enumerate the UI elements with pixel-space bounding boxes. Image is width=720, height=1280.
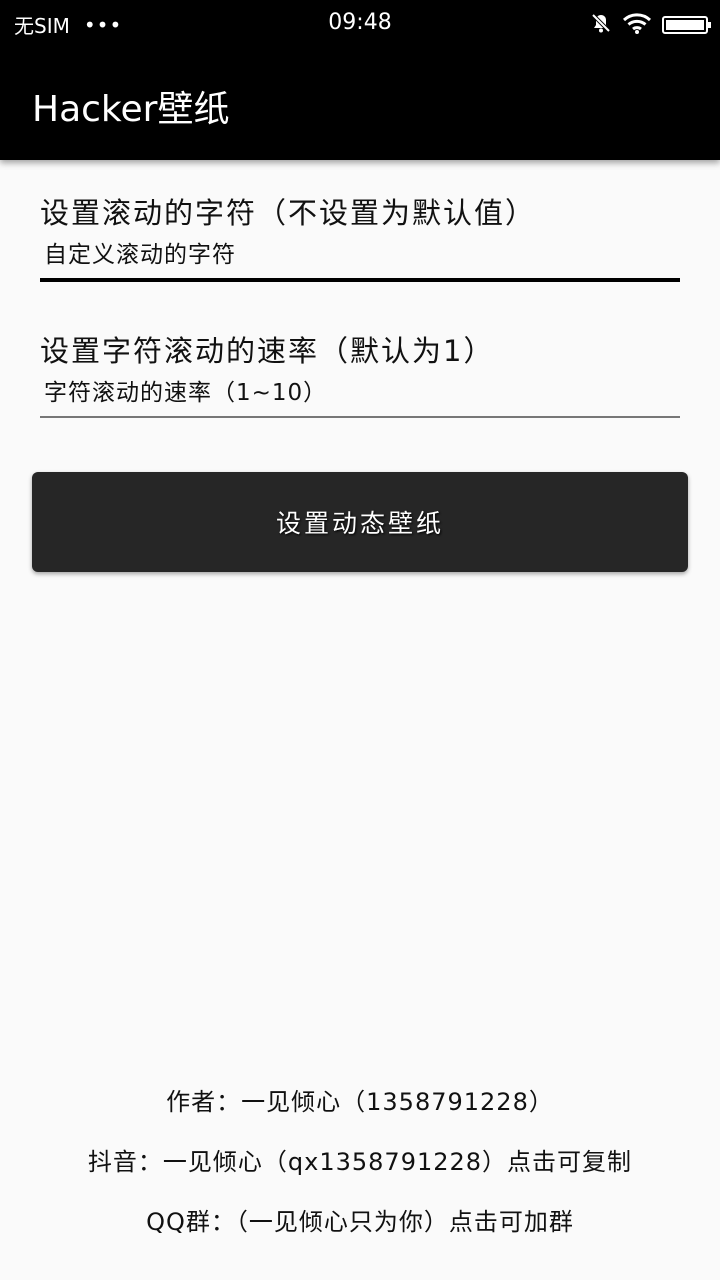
app-title: Hacker壁纸 (32, 89, 230, 130)
qq-group-link[interactable]: QQ群：（一见倾心只为你）点击可加群 (0, 1202, 720, 1237)
notification-dots: ••• (83, 12, 123, 37)
douyin-copy-link[interactable]: 抖音：一见倾心（qx1358791228）点击可复制 (0, 1142, 720, 1177)
author-text: 作者：一见倾心（1358791228） (166, 1088, 554, 1116)
battery-icon (662, 16, 711, 34)
battery-fill (666, 20, 704, 30)
rate-input[interactable] (40, 370, 680, 418)
chars-label: 设置滚动的字符（不设置为默认值） (40, 196, 537, 230)
status-bar: 无SIM ••• 09:48 (0, 0, 720, 48)
bell-off-icon (590, 12, 612, 38)
app-bar: Hacker壁纸 (0, 48, 720, 160)
status-left: 无SIM ••• (14, 10, 122, 39)
chars-section: 设置滚动的字符（不设置为默认值） (40, 190, 680, 282)
rate-section: 设置字符滚动的速率（默认为1） (40, 328, 680, 418)
chars-input[interactable] (40, 232, 680, 282)
rate-label: 设置字符滚动的速率（默认为1） (40, 334, 495, 368)
wifi-icon (622, 12, 652, 38)
set-wallpaper-button[interactable]: 设置动态壁纸 (32, 472, 688, 572)
status-right (590, 12, 711, 38)
carrier-text: 无SIM (14, 14, 70, 38)
